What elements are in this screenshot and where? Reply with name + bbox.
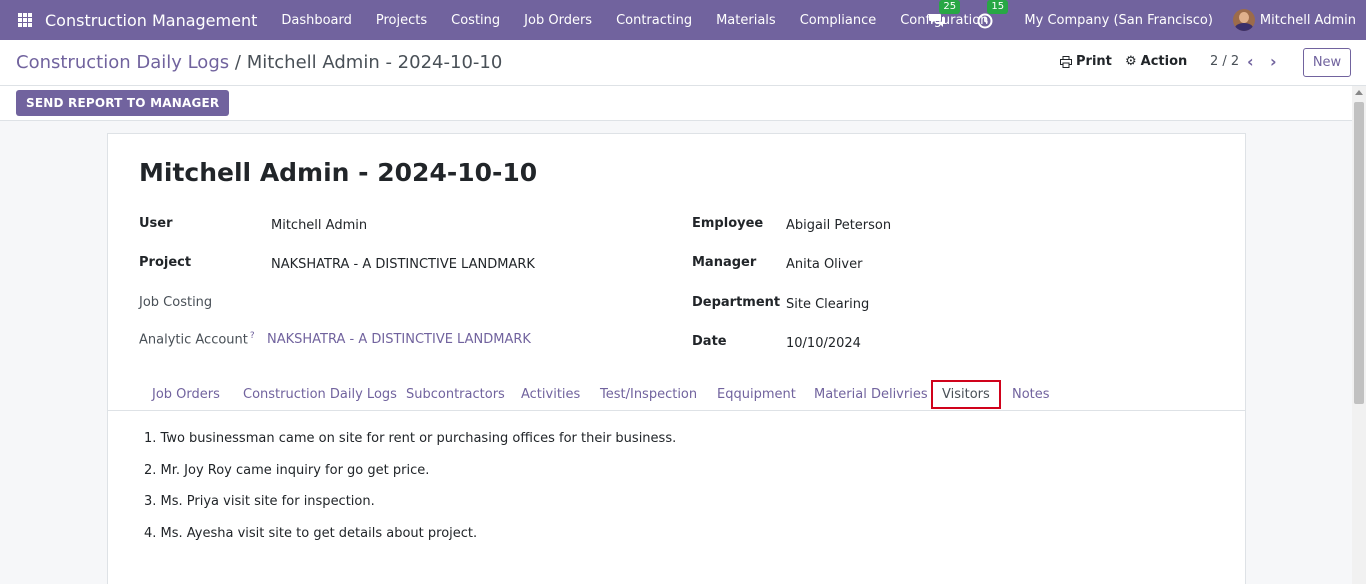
- app-name[interactable]: Construction Management: [45, 11, 257, 30]
- form-statusbar: SEND REPORT TO MANAGER: [0, 86, 1352, 121]
- field-value-date[interactable]: 10/10/2024: [786, 336, 861, 351]
- tab-visitors[interactable]: Visitors: [931, 380, 1001, 409]
- apps-grid-icon[interactable]: [18, 13, 32, 27]
- scroll-thumb[interactable]: [1354, 102, 1364, 404]
- activity-badge: 15: [987, 0, 1009, 14]
- list-item: 1. Two businessman came on site for rent…: [144, 431, 677, 446]
- messages-icon[interactable]: 25: [928, 0, 961, 29]
- user-avatar[interactable]: [1232, 9, 1255, 31]
- list-item: 4. Ms. Ayesha visit site to get details …: [144, 526, 478, 541]
- field-value-department[interactable]: Site Clearing: [786, 297, 869, 312]
- tab-job-orders[interactable]: Job Orders: [152, 387, 220, 402]
- field-value-employee[interactable]: Abigail Peterson: [786, 218, 891, 233]
- scroll-up-icon[interactable]: [1355, 90, 1363, 95]
- gear-icon: ⚙: [1125, 54, 1137, 69]
- chevron-right-icon[interactable]: ›: [1270, 52, 1277, 71]
- field-label-employee: Employee: [692, 216, 764, 231]
- tab-notes[interactable]: Notes: [1012, 387, 1050, 402]
- tab-material-deliveries[interactable]: Material Delivries: [814, 387, 928, 402]
- list-item: 2. Mr. Joy Roy came inquiry for go get p…: [144, 463, 430, 478]
- send-report-button[interactable]: SEND REPORT TO MANAGER: [16, 90, 230, 116]
- field-value-user[interactable]: Mitchell Admin: [271, 218, 367, 233]
- field-value-manager[interactable]: Anita Oliver: [786, 257, 862, 272]
- field-label-department: Department: [692, 295, 781, 310]
- tab-subcontractors[interactable]: Subcontractors: [406, 387, 505, 402]
- field-label-project: Project: [139, 255, 192, 270]
- breadcrumb: Construction Daily Logs / Mitchell Admin…: [16, 52, 502, 73]
- control-panel: Construction Daily Logs / Mitchell Admin…: [0, 40, 1366, 86]
- vertical-scrollbar[interactable]: [1352, 86, 1366, 584]
- messages-badge: 25: [939, 0, 961, 14]
- tab-test-inspection[interactable]: Test/Inspection: [600, 387, 697, 402]
- analytic-account-label: Analytic Account: [139, 332, 248, 348]
- breadcrumb-current: Mitchell Admin - 2024-10-10: [246, 52, 503, 73]
- print-button[interactable]: Print: [1060, 54, 1112, 69]
- top-navbar: Construction Management Dashboard Projec…: [0, 0, 1366, 40]
- action-label: Action: [1140, 54, 1188, 69]
- menu-projects[interactable]: Projects: [364, 13, 439, 28]
- breadcrumb-separator: /: [234, 52, 241, 73]
- menu-job-orders[interactable]: Job Orders: [512, 13, 604, 28]
- menu-costing[interactable]: Costing: [439, 13, 512, 28]
- menu-compliance[interactable]: Compliance: [788, 13, 889, 28]
- tab-activities[interactable]: Activities: [521, 387, 580, 402]
- menu-contracting[interactable]: Contracting: [604, 13, 704, 28]
- tab-equipment[interactable]: Eqquipment: [717, 387, 796, 402]
- field-value-analytic-account[interactable]: NAKSHATRA - A DISTINCTIVE LANDMARK: [267, 332, 531, 347]
- list-item: 3. Ms. Priya visit site for inspection.: [144, 494, 375, 509]
- help-tooltip-icon[interactable]: ?: [250, 331, 255, 341]
- field-label-job-costing: Job Costing: [139, 295, 213, 310]
- record-title: Mitchell Admin - 2024-10-10: [139, 158, 538, 187]
- user-menu[interactable]: Mitchell Admin: [1260, 13, 1356, 28]
- new-button[interactable]: New: [1303, 48, 1351, 77]
- print-icon: [1060, 55, 1072, 68]
- field-label-manager: Manager: [692, 255, 757, 270]
- menu-materials[interactable]: Materials: [704, 13, 788, 28]
- breadcrumb-parent[interactable]: Construction Daily Logs: [16, 52, 229, 73]
- action-button[interactable]: ⚙ Action: [1125, 54, 1187, 69]
- print-label: Print: [1076, 54, 1112, 69]
- field-label-date: Date: [692, 334, 727, 349]
- field-label-analytic-account: Analytic Account?: [139, 331, 255, 347]
- field-label-user: User: [139, 216, 173, 231]
- activity-clock-icon[interactable]: 15: [976, 0, 1009, 29]
- tab-construction-daily-logs[interactable]: Construction Daily Logs: [243, 387, 397, 402]
- chevron-left-icon[interactable]: ‹: [1247, 52, 1254, 71]
- company-switcher[interactable]: My Company (San Francisco): [1024, 13, 1212, 28]
- notebook-tabs: Job Orders Construction Daily Logs Subco…: [108, 378, 1245, 411]
- field-value-project[interactable]: NAKSHATRA - A DISTINCTIVE LANDMARK: [271, 257, 535, 272]
- pager-value[interactable]: 2 / 2: [1210, 54, 1239, 69]
- form-sheet: Mitchell Admin - 2024-10-10 User Mitchel…: [107, 133, 1246, 584]
- menu-dashboard[interactable]: Dashboard: [269, 13, 364, 28]
